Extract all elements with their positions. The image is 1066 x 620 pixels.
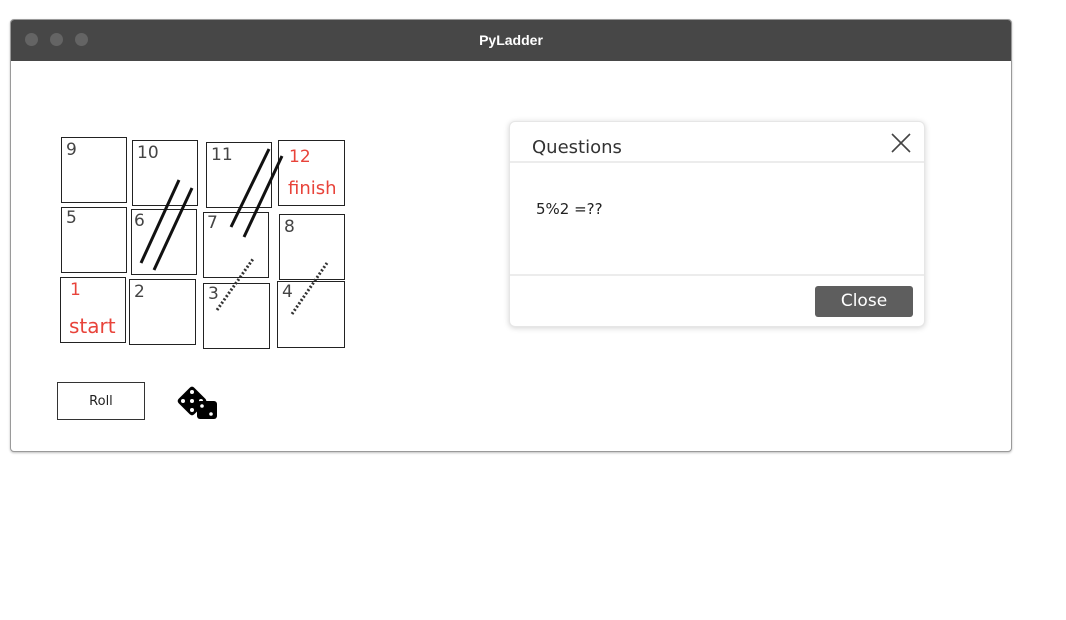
cell-number: 7 <box>207 213 218 233</box>
start-label: start <box>69 314 116 338</box>
cell-number: 10 <box>137 143 159 163</box>
board-cell-12: 12 finish <box>278 140 345 206</box>
cell-number: 1 <box>70 280 81 300</box>
cell-number: 4 <box>282 282 293 302</box>
window-title: PyLadder <box>479 32 543 48</box>
app-window: PyLadder 9 10 11 12 finish 5 6 7 8 1 sta… <box>10 19 1012 452</box>
board-cell-5: 5 <box>61 207 127 273</box>
dialog-header-divider <box>510 161 924 163</box>
board-cell-8: 8 <box>279 214 345 280</box>
board-cell-1: 1 start <box>60 277 126 343</box>
questions-dialog: Questions 5%2 =?? Close <box>509 121 925 327</box>
cell-number: 5 <box>66 208 77 228</box>
board-cell-9: 9 <box>61 137 127 203</box>
board-cell-11: 11 <box>206 142 272 208</box>
close-button[interactable]: Close <box>815 286 913 317</box>
board-cell-10: 10 <box>132 140 198 206</box>
cell-number: 9 <box>66 140 77 160</box>
cell-number: 12 <box>289 147 311 167</box>
close-icon[interactable] <box>890 132 912 154</box>
cell-number: 3 <box>208 284 219 304</box>
cell-number: 8 <box>284 217 295 237</box>
cell-number: 2 <box>134 282 145 302</box>
board-cell-6: 6 <box>131 209 197 275</box>
dice-icon[interactable] <box>177 386 219 420</box>
cell-number: 6 <box>134 211 145 231</box>
dialog-title: Questions <box>532 137 622 158</box>
board-cell-4: 4 <box>277 281 345 348</box>
dialog-footer-divider <box>510 274 924 276</box>
title-bar: PyLadder <box>11 20 1011 61</box>
finish-label: finish <box>288 178 337 199</box>
cell-number: 11 <box>211 145 233 165</box>
roll-button[interactable]: Roll <box>57 382 145 420</box>
board-cell-7: 7 <box>203 212 269 278</box>
board-cell-3: 3 <box>203 283 270 349</box>
board-cell-2: 2 <box>129 279 196 345</box>
question-text: 5%2 =?? <box>536 200 603 218</box>
